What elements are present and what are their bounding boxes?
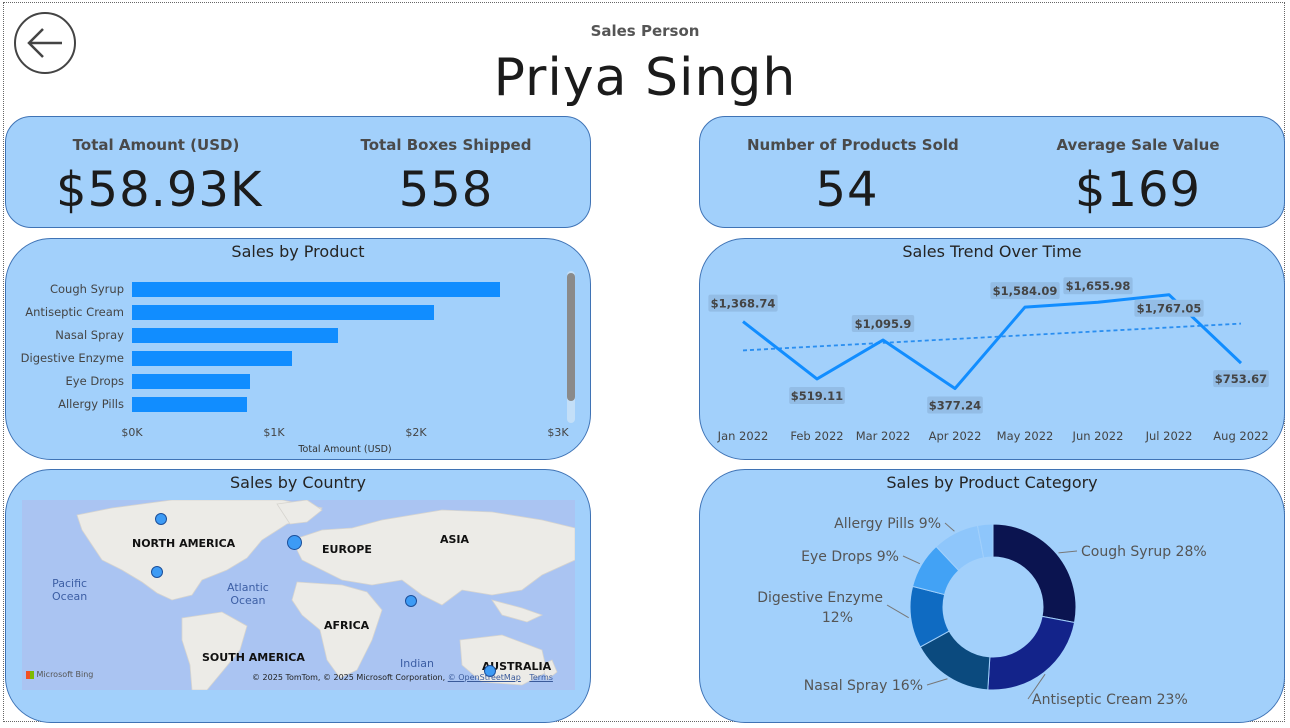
data-label: $1,655.98	[1066, 279, 1131, 293]
map-bubble-india[interactable]	[405, 595, 417, 607]
slice-label: Eye Drops 9%	[801, 549, 899, 565]
map-bubble-canada[interactable]	[155, 513, 167, 525]
data-label: $1,584.09	[993, 284, 1058, 298]
slice-label: Cough Syrup 28%	[1081, 544, 1207, 560]
kpi-products-sold: Number of Products Sold 54	[747, 136, 959, 218]
microsoft-bing-logo: Microsoft Bing	[26, 670, 93, 679]
map-label-north-america: NORTH AMERICA	[132, 537, 236, 550]
bar[interactable]	[132, 282, 500, 297]
map-bubble-united-states[interactable]	[151, 566, 163, 578]
sales-by-category-card[interactable]: Sales by Product Category Cough Syrup 28…	[699, 469, 1285, 723]
x-axis-title: Total Amount (USD)	[298, 444, 392, 455]
kpi-value: 54	[815, 162, 879, 218]
sales-person-label: Sales Person	[590, 22, 700, 40]
map-credit-text: © 2025 TomTom, © 2025 Microsoft Corporat…	[252, 673, 446, 682]
donut-slice[interactable]	[992, 523, 1077, 624]
data-label: $1,767.05	[1137, 302, 1202, 316]
map-label-atlantic: Atlantic Ocean	[227, 581, 269, 607]
x-tick-label: Mar 2022	[856, 429, 911, 443]
terms-link[interactable]: Terms	[529, 673, 553, 682]
kpi-label: Number of Products Sold	[747, 136, 959, 154]
bar-chart-area: Cough Syrup Antiseptic Cream Nasal Spray Di…	[6, 239, 592, 461]
map-label-africa: AFRICA	[324, 619, 370, 632]
kpi-label: Total Boxes Shipped	[360, 136, 532, 154]
x-tick-label: Jan 2022	[717, 429, 769, 443]
map-label-asia: ASIA	[440, 533, 470, 546]
sales-by-product-card[interactable]: Sales by Product Cough Syrup Antiseptic C…	[5, 238, 591, 460]
bar-label: Antiseptic Cream	[25, 305, 124, 319]
leader-line	[944, 522, 955, 532]
bar-label: Eye Drops	[65, 374, 124, 388]
line-chart-area: $1,368.74 Jan 2022 $519.11 Feb 2022 $1,095.9…	[708, 277, 1269, 443]
x-tick-label: $2K	[405, 426, 427, 439]
kpi-average-sale: Average Sale Value $169	[1038, 136, 1238, 218]
data-label: $753.67	[1215, 372, 1267, 386]
slice-label: Digestive Enzyme 12%	[757, 590, 883, 626]
chart-title: Sales by Country	[230, 473, 366, 492]
bar-label: Cough Syrup	[49, 282, 124, 296]
bar[interactable]	[132, 397, 248, 412]
slice-label: Allergy Pills 9%	[834, 516, 941, 532]
kpi-label: Average Sale Value	[1056, 136, 1220, 154]
leader-line	[926, 678, 948, 686]
kpi-card-right: Number of Products Sold 54 Average Sale …	[699, 116, 1285, 228]
donut-slice[interactable]	[987, 615, 1076, 691]
x-tick-label: Feb 2022	[790, 429, 843, 443]
bing-logo-text: Microsoft Bing	[36, 670, 94, 679]
data-label: $1,368.74	[711, 297, 776, 311]
world-map[interactable]: NORTH AMERICA EUROPE ASIA AFRICA SOUTH A…	[22, 500, 575, 690]
map-bubble-united-kingdom[interactable]	[287, 535, 302, 550]
map-credit: © 2025 TomTom, © 2025 Microsoft Corporat…	[252, 673, 553, 682]
map-label-south-america: SOUTH AMERICA	[202, 651, 305, 664]
bar-label: Digestive Enzyme	[20, 351, 124, 365]
kpi-total-boxes: Total Boxes Shipped 558	[346, 136, 546, 218]
scrollbar-thumb[interactable]	[567, 273, 575, 401]
x-tick-label: Jul 2022	[1145, 429, 1193, 443]
openstreetmap-link[interactable]: © OpenStreetMap	[448, 673, 521, 682]
bar[interactable]	[132, 374, 250, 389]
bing-squares-icon	[26, 670, 34, 679]
x-tick-label: Apr 2022	[929, 429, 982, 443]
x-tick-label: May 2022	[997, 429, 1054, 443]
map-label-indian: Indian	[400, 657, 434, 670]
bar[interactable]	[132, 328, 338, 343]
kpi-card-left: Total Amount (USD) $58.93K Total Boxes S…	[5, 116, 591, 228]
leader-line	[902, 555, 921, 565]
bar[interactable]	[132, 305, 435, 320]
x-tick-label: Aug 2022	[1213, 429, 1268, 443]
sales-person-name: Priya Singh	[493, 48, 797, 108]
sales-trend-card[interactable]: Sales Trend Over Time $1,368.74 Jan 2022 $…	[699, 238, 1285, 460]
kpi-value: $58.93K	[56, 162, 263, 218]
kpi-value: $169	[1074, 162, 1202, 218]
x-tick-label: $1K	[263, 426, 285, 439]
slice-label: Nasal Spray 16%	[804, 678, 923, 694]
map-label-pacific: Pacific Ocean	[52, 577, 88, 603]
data-label: $377.24	[929, 399, 981, 413]
x-tick-label: Jun 2022	[1072, 429, 1124, 443]
leader-line	[1058, 550, 1078, 554]
bar[interactable]	[132, 351, 293, 366]
bar-label: Allergy Pills	[58, 397, 124, 411]
data-label: $519.11	[791, 389, 843, 403]
kpi-label: Total Amount (USD)	[72, 136, 240, 154]
map-label-europe: EUROPE	[322, 543, 372, 556]
kpi-total-amount: Total Amount (USD) $58.93K	[56, 136, 263, 218]
x-tick-label: $0K	[121, 426, 143, 439]
leader-line	[886, 604, 909, 619]
kpi-value: 558	[398, 162, 494, 218]
slice-label: Antiseptic Cream 23%	[1032, 692, 1188, 708]
donut-chart-area: Cough Syrup 28% Antiseptic Cream 23% Nasal…	[757, 516, 1207, 708]
data-label: $1,095.9	[855, 317, 912, 331]
x-tick-label: $3K	[547, 426, 569, 439]
bar-label: Nasal Spray	[55, 328, 124, 342]
